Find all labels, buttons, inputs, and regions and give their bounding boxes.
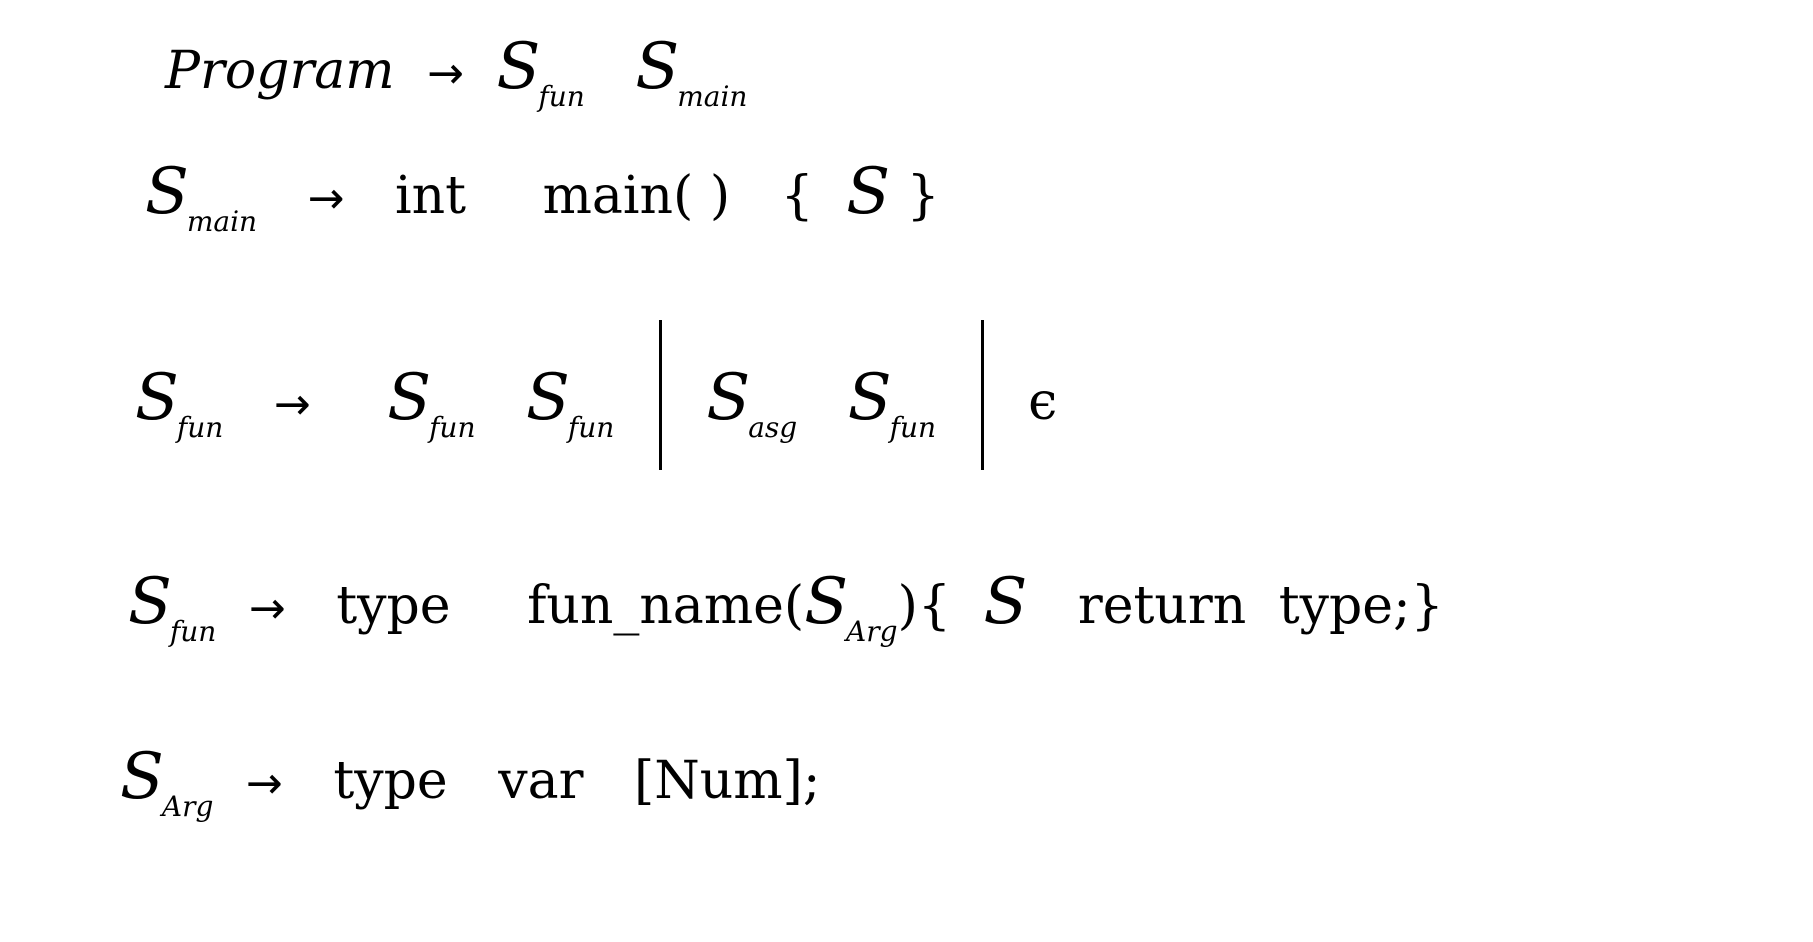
nonterminal-s-fun: Sfun — [387, 360, 476, 444]
grammar-rule-s-fun-definition: Sfun → type fun_name(SArg){ S return typ… — [128, 570, 1444, 646]
nonterminal-s-asg: Sasg — [706, 360, 798, 444]
grammar-rule-s-fun-alternatives: Sfun → Sfun Sfun Sasg Sfun ϵ — [135, 320, 1058, 480]
terminal-int: int — [395, 166, 467, 226]
nonterminal-s-arg: SArg — [804, 565, 898, 648]
nonterminal-program: Program — [165, 41, 395, 101]
terminal-return: return — [1077, 576, 1247, 636]
handwritten-grammar-canvas: Program → Sfun Smain Smain → int main( )… — [0, 0, 1813, 942]
grammar-rule-s-main: Smain → int main( ) { S } — [145, 160, 940, 236]
alternative-separator — [980, 320, 984, 470]
terminal-var: var — [498, 751, 584, 811]
production-arrow: → — [273, 378, 311, 430]
production-arrow: → — [307, 173, 345, 224]
nonterminal-s: S — [983, 565, 1028, 639]
grammar-rule-program: Program → Sfun Smain — [165, 35, 747, 111]
nonterminal-s-arg: SArg — [120, 740, 214, 823]
nonterminal-s-fun: Sfun — [496, 30, 585, 113]
nonterminal-s-fun: Sfun — [128, 565, 217, 648]
terminal-close-brace: } — [906, 166, 940, 226]
production-arrow: → — [427, 48, 465, 99]
terminal-num-array: [Num]; — [633, 751, 821, 811]
terminal-fun-name: fun_name( — [527, 576, 805, 636]
nonterminal-s: S — [846, 155, 891, 229]
production-arrow: → — [248, 583, 286, 634]
terminal-open-brace: { — [780, 166, 814, 226]
terminal-type-close: type;} — [1278, 576, 1444, 636]
nonterminal-s-main: Smain — [635, 30, 748, 113]
nonterminal-s-fun: Sfun — [847, 360, 937, 444]
terminal-type: type — [333, 751, 448, 811]
nonterminal-s-fun: Sfun — [526, 360, 615, 444]
grammar-rule-s-arg: SArg → type var [Num]; — [120, 745, 820, 821]
alternative-separator — [658, 320, 662, 470]
epsilon-symbol: ϵ — [1028, 371, 1058, 432]
terminal-main-parens: main( ) — [542, 166, 731, 226]
production-arrow: → — [245, 758, 283, 809]
nonterminal-s-main: Smain — [145, 155, 258, 238]
terminal-type: type — [336, 576, 451, 636]
nonterminal-s-fun: Sfun — [135, 360, 224, 444]
terminal-close-paren-open-brace: ){ — [897, 576, 951, 636]
